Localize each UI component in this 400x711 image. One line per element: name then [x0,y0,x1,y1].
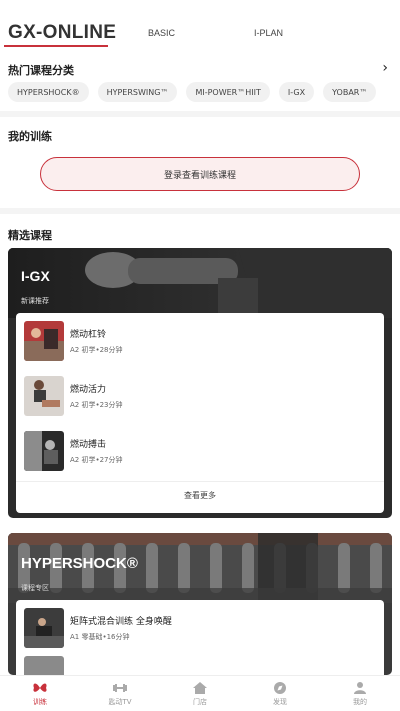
course-item[interactable]: 燃动活力 A2 初学•23分钟 [24,376,374,416]
nav-label: 匙动TV [108,697,132,706]
nav-label: 训练 [33,697,47,706]
nav-label: 我的 [353,697,367,706]
course-title: 矩阵式混合训练 全身唤醒 [70,617,172,627]
course-list: 矩阵式混合训练 全身唤醒 A1 零基础•16分钟 [16,600,384,675]
chevron-right-icon[interactable]: › [382,60,388,76]
card-hero-image [8,248,392,318]
course-meta: A2 初学•23分钟 [70,401,123,409]
hot-categories-title: 热门课程分类 [8,64,74,77]
featured-title: 精选课程 [8,229,52,242]
dumbbell-icon [112,681,128,695]
course-meta: A2 初学•27分钟 [70,456,123,464]
top-bar: GX-ONLINE BASIC I-PLAN [0,0,400,52]
nav-profile[interactable]: 我的 [320,676,400,711]
category-chip[interactable]: I-GX [278,82,315,102]
nav-label: 发现 [273,697,287,706]
card-subtitle: 课程专区 [21,584,49,592]
category-chip[interactable]: HYPERSWING™ [97,82,178,102]
list-divider [16,481,384,482]
view-more-link[interactable]: 查看更多 [16,490,384,501]
butterfly-icon [32,681,48,695]
course-thumbnail [24,431,64,471]
tab-i-plan[interactable]: I-PLAN [254,28,283,38]
bottom-navigation: 训练 匙动TV 门店 发现 我的 [0,675,400,711]
boxer-photo [8,248,392,318]
course-card-igx[interactable]: I-GX 新课推荐 燃动杠铃 A2 初学•28分钟 燃动活力 A2 初学•23分… [8,248,392,518]
nav-discover[interactable]: 发现 [240,676,320,711]
nav-stores[interactable]: 门店 [160,676,240,711]
course-title: 燃动杠铃 [70,330,107,340]
course-thumbnail [24,376,64,416]
card-title: I-GX [21,268,50,284]
course-thumbnail [24,608,64,648]
course-item[interactable]: 燃动杠铃 A2 初学•28分钟 [24,321,374,361]
course-title: 燃动搏击 [70,440,107,450]
my-training-title: 我的训练 [8,130,52,143]
course-meta: A1 零基础•16分钟 [70,633,130,641]
card-subtitle: 新课推荐 [21,297,49,305]
section-divider [0,111,400,117]
tab-basic[interactable]: BASIC [148,28,175,38]
course-item[interactable]: 燃动搏击 A2 初学•27分钟 [24,431,374,471]
category-chip[interactable]: MI-POWER™HIIT [186,82,270,102]
course-meta: A2 初学•28分钟 [70,346,123,354]
course-card-hypershock[interactable]: HYPERSHOCK® 课程专区 矩阵式混合训练 全身唤醒 A1 零基础•16分… [8,533,392,675]
course-list: 燃动杠铃 A2 初学•28分钟 燃动活力 A2 初学•23分钟 燃动搏击 A2 … [16,313,384,513]
category-chips: HYPERSHOCK® HYPERSWING™ MI-POWER™HIIT I-… [8,82,377,102]
category-chip[interactable]: HYPERSHOCK® [8,82,89,102]
nav-tv[interactable]: 匙动TV [80,676,160,711]
brand-tab[interactable]: GX-ONLINE [8,22,116,44]
home-icon [192,681,208,695]
compass-icon [272,681,288,695]
active-tab-indicator [4,45,108,47]
login-button[interactable]: 登录查看训练课程 [40,157,360,191]
nav-training[interactable]: 训练 [0,676,80,711]
person-icon [352,681,368,695]
course-thumbnail [24,321,64,361]
course-title: 燃动活力 [70,385,107,395]
course-item[interactable]: 矩阵式混合训练 全身唤醒 A1 零基础•16分钟 [24,608,374,648]
course-thumbnail [24,656,64,675]
section-divider [0,208,400,214]
course-item[interactable] [24,656,374,675]
nav-label: 门店 [193,697,207,706]
category-chip[interactable]: YOBAR™ [323,82,377,102]
card-title: HYPERSHOCK® [21,555,138,572]
